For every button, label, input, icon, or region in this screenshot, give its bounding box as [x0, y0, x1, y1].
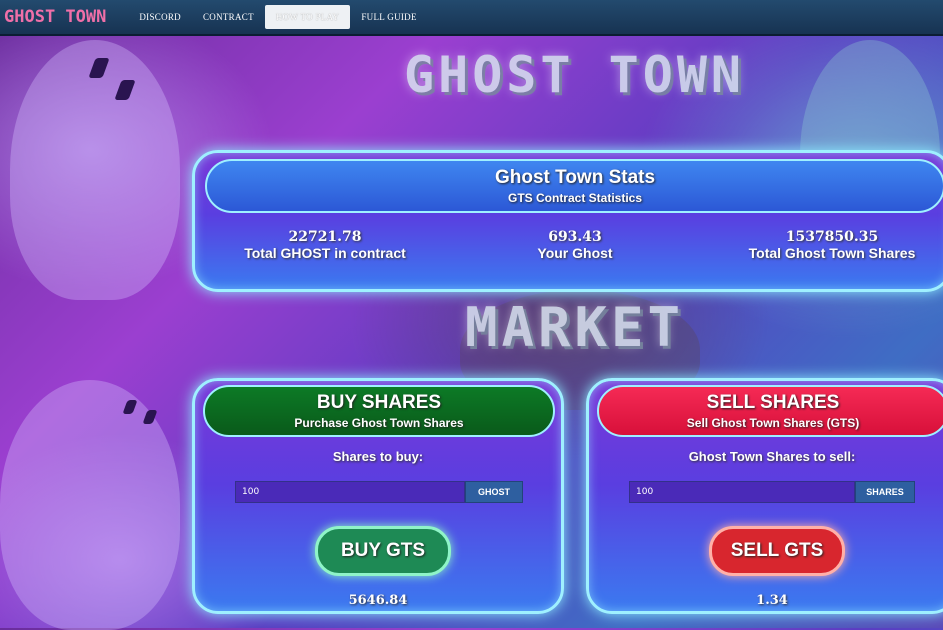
buy-panel: BUY SHARES Purchase Ghost Town Shares Sh… — [192, 378, 564, 614]
buy-field-label: Shares to buy: — [332, 449, 424, 464]
sell-input-group: SHARES — [629, 481, 915, 503]
buy-result-value: 5646.84 — [348, 593, 408, 608]
buy-subtitle: Purchase Ghost Town Shares — [294, 416, 464, 430]
stats-title: Ghost Town Stats — [494, 167, 656, 188]
buy-amount-input[interactable] — [235, 481, 465, 503]
stats-panel: Ghost Town Stats GTS Contract Statistics… — [192, 150, 943, 292]
stat-total-ghost: 22721.78 Total GHOST in contract — [225, 229, 425, 261]
sell-gts-button[interactable]: SELL GTS — [709, 526, 845, 576]
stat-label: Total GHOST in contract — [244, 245, 406, 261]
stat-label: Total Ghost Town Shares — [748, 245, 916, 261]
stat-value: 693.43 — [548, 229, 602, 245]
stat-label: Your Ghost — [537, 245, 613, 261]
nav-discord[interactable]: DISCORD — [128, 5, 192, 29]
stat-total-shares: 1537850.35 Total Ghost Town Shares — [727, 229, 937, 261]
nav-contract[interactable]: CONTRACT — [192, 5, 265, 29]
sell-header: SELL SHARES Sell Ghost Town Shares (GTS) — [597, 385, 943, 437]
brand-logo[interactable]: GHOST TOWN — [4, 7, 106, 27]
buy-input-group: GHOST — [235, 481, 523, 503]
nav-how-to-play[interactable]: HOW TO PLAY — [264, 5, 351, 29]
stat-your-ghost: 693.43 Your Ghost — [485, 229, 665, 261]
sell-amount-input[interactable] — [629, 481, 855, 503]
stat-value: 1537850.35 — [785, 229, 879, 245]
stat-value: 22721.78 — [288, 229, 362, 245]
buy-header: BUY SHARES Purchase Ghost Town Shares — [203, 385, 555, 437]
shares-addon: SHARES — [855, 481, 915, 503]
buy-gts-button[interactable]: BUY GTS — [315, 526, 451, 576]
sell-field-label: Ghost Town Shares to sell: — [688, 449, 856, 464]
stats-header: Ghost Town Stats GTS Contract Statistics — [205, 159, 943, 213]
background-ghost-left — [10, 40, 180, 300]
sell-title: SELL SHARES — [706, 392, 840, 413]
sell-subtitle: Sell Ghost Town Shares (GTS) — [686, 416, 860, 430]
banner-title: GHOST TOWN — [404, 46, 746, 104]
navbar: GHOST TOWN DISCORD CONTRACT HOW TO PLAY … — [0, 0, 943, 36]
ghost-addon: GHOST — [465, 481, 523, 503]
nav-full-guide[interactable]: FULL GUIDE — [350, 5, 427, 29]
market-title: MARKET — [465, 296, 685, 359]
buy-title: BUY SHARES — [316, 392, 442, 413]
stats-subtitle: GTS Contract Statistics — [507, 191, 643, 205]
sell-panel: SELL SHARES Sell Ghost Town Shares (GTS)… — [586, 378, 943, 614]
sell-result-value: 1.34 — [756, 593, 788, 608]
